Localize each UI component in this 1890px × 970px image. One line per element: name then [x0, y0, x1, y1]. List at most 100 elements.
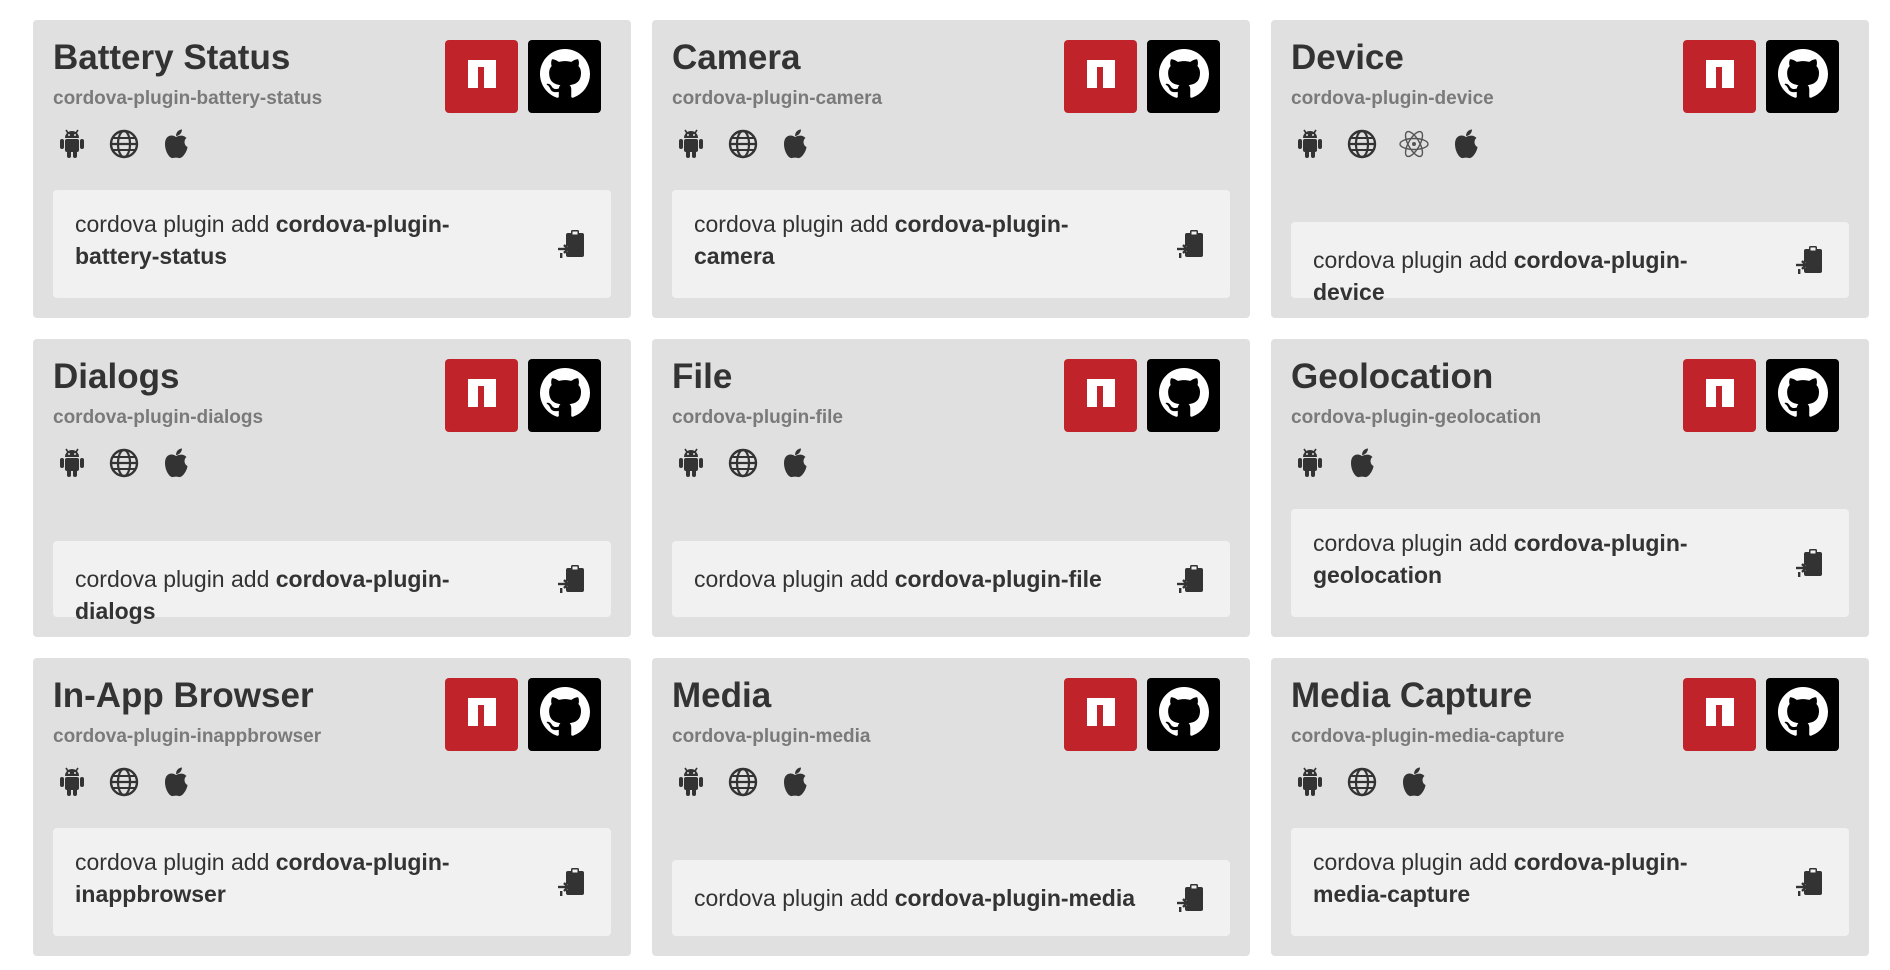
install-command-prefix: cordova plugin add	[75, 849, 276, 875]
copy-clipboard-icon[interactable]	[555, 227, 589, 261]
android-icon	[672, 125, 710, 163]
plugin-card-media: Media cordova-plugin-media cordova plugin …	[652, 658, 1250, 956]
plugin-package-name: cordova-plugin-camera	[672, 88, 883, 109]
apple-icon	[776, 444, 814, 482]
android-icon	[53, 763, 91, 801]
plugin-title: Media	[672, 676, 772, 715]
install-command: cordova plugin add cordova-plugin-dialog…	[53, 541, 611, 624]
apple-icon	[776, 125, 814, 163]
npm-link-button[interactable]	[445, 40, 518, 113]
github-link-button[interactable]	[1147, 40, 1220, 113]
plugin-links	[445, 40, 601, 113]
android-icon	[1291, 763, 1329, 801]
copy-clipboard-icon[interactable]	[1793, 865, 1827, 899]
apple-icon	[1447, 125, 1485, 163]
github-link-button[interactable]	[528, 359, 601, 432]
electron-icon	[1395, 125, 1433, 163]
platform-icons	[672, 763, 814, 801]
install-command: cordova plugin add cordova-plugin-media-…	[1291, 828, 1849, 936]
github-icon	[1777, 687, 1828, 742]
apple-icon	[157, 444, 195, 482]
copy-clipboard-icon[interactable]	[555, 865, 589, 899]
install-command-prefix: cordova plugin add	[1313, 849, 1514, 875]
plugin-title: Media Capture	[1291, 676, 1533, 715]
github-link-button[interactable]	[1147, 359, 1220, 432]
copy-clipboard-icon[interactable]	[1174, 227, 1208, 261]
install-command-prefix: cordova plugin add	[1313, 530, 1514, 556]
plugin-card-camera: Camera cordova-plugin-camera cordova plugi…	[652, 20, 1250, 318]
npm-icon	[1081, 54, 1121, 99]
copy-clipboard-icon[interactable]	[555, 562, 589, 596]
plugin-package-name: cordova-plugin-file	[672, 407, 843, 428]
github-icon	[539, 687, 590, 742]
plugin-links	[1064, 40, 1220, 113]
github-link-button[interactable]	[1766, 678, 1839, 751]
github-link-button[interactable]	[1766, 359, 1839, 432]
apple-icon	[1343, 444, 1381, 482]
install-command: cordova plugin add cordova-plugin-geoloc…	[1291, 509, 1849, 617]
plugin-title: Device	[1291, 38, 1404, 77]
github-icon	[1777, 49, 1828, 104]
plugin-package-name: cordova-plugin-device	[1291, 88, 1494, 109]
install-command: cordova plugin add cordova-plugin-batter…	[53, 190, 611, 298]
install-command-package: cordova-plugin-media	[894, 885, 1136, 911]
github-icon	[1777, 368, 1828, 423]
plugin-package-name: cordova-plugin-inappbrowser	[53, 726, 322, 747]
apple-icon	[157, 763, 195, 801]
plugin-title: In-App Browser	[53, 676, 314, 715]
npm-link-button[interactable]	[1064, 359, 1137, 432]
npm-icon	[462, 692, 502, 737]
plugin-title: Camera	[672, 38, 801, 77]
plugin-card-file: File cordova-plugin-file cordova plugin ad…	[652, 339, 1250, 637]
plugin-title: File	[672, 357, 733, 396]
npm-link-button[interactable]	[445, 359, 518, 432]
github-link-button[interactable]	[528, 678, 601, 751]
browser-icon	[105, 444, 143, 482]
npm-link-button[interactable]	[1683, 678, 1756, 751]
npm-link-button[interactable]	[1064, 678, 1137, 751]
browser-icon	[724, 763, 762, 801]
platform-icons	[53, 125, 195, 163]
apple-icon	[1395, 763, 1433, 801]
platform-icons	[53, 444, 195, 482]
platform-icons	[53, 763, 195, 801]
npm-icon	[1700, 373, 1740, 418]
plugin-card-device: Device cordova-plugin-device cordova plugi…	[1271, 20, 1869, 318]
browser-icon	[105, 125, 143, 163]
github-icon	[1158, 368, 1209, 423]
android-icon	[1291, 444, 1329, 482]
plugin-links	[1683, 359, 1839, 432]
copy-clipboard-icon[interactable]	[1793, 546, 1827, 580]
android-icon	[53, 125, 91, 163]
plugin-package-name: cordova-plugin-dialogs	[53, 407, 264, 428]
github-icon	[539, 49, 590, 104]
plugin-card-geolocation: Geolocation cordova-plugin-geolocation cor…	[1271, 339, 1869, 637]
apple-icon	[776, 763, 814, 801]
plugin-package-name: cordova-plugin-geolocation	[1291, 407, 1542, 428]
github-link-button[interactable]	[1766, 40, 1839, 113]
github-link-button[interactable]	[1147, 678, 1220, 751]
npm-icon	[1081, 373, 1121, 418]
android-icon	[1291, 125, 1329, 163]
npm-link-button[interactable]	[1683, 40, 1756, 113]
npm-link-button[interactable]	[1683, 359, 1756, 432]
copy-clipboard-icon[interactable]	[1174, 881, 1208, 915]
install-command-prefix: cordova plugin add	[75, 566, 276, 592]
plugin-links	[1064, 359, 1220, 432]
copy-clipboard-icon[interactable]	[1174, 562, 1208, 596]
platform-icons	[672, 444, 814, 482]
github-icon	[539, 368, 590, 423]
copy-clipboard-icon[interactable]	[1793, 243, 1827, 277]
browser-icon	[1343, 763, 1381, 801]
plugin-links	[445, 359, 601, 432]
npm-icon	[1700, 54, 1740, 99]
github-link-button[interactable]	[528, 40, 601, 113]
plugin-title: Geolocation	[1291, 357, 1494, 396]
install-command: cordova plugin add cordova-plugin-device	[1291, 222, 1849, 305]
browser-icon	[105, 763, 143, 801]
platform-icons	[1291, 763, 1433, 801]
install-command-prefix: cordova plugin add	[694, 566, 895, 592]
browser-icon	[1343, 125, 1381, 163]
npm-link-button[interactable]	[1064, 40, 1137, 113]
npm-link-button[interactable]	[445, 678, 518, 751]
